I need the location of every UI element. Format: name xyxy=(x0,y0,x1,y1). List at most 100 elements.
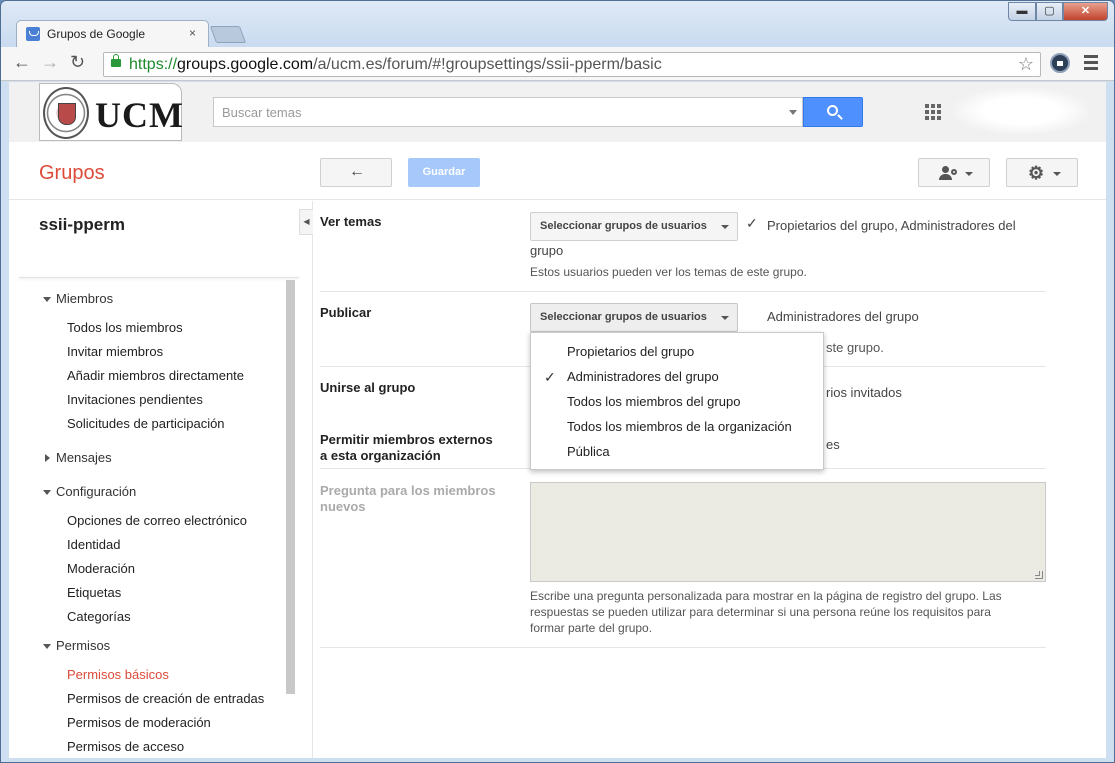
save-button[interactable]: Guardar xyxy=(408,158,480,187)
group-name[interactable]: ssii-pperm xyxy=(39,215,125,235)
checkmark-icon: ✓ xyxy=(544,369,556,385)
app-title[interactable]: Grupos xyxy=(39,162,105,185)
pregunta-help-line1: Escribe una pregunta personalizada para … xyxy=(530,589,1002,603)
sidebar-item-permisos-creacion[interactable]: Permisos de creación de entradas xyxy=(9,687,284,711)
chevron-down-icon xyxy=(965,172,973,176)
settings-menu-button[interactable]: ⚙ xyxy=(1006,158,1078,187)
pregunta-help-line2: respuestas se pueden utilizar para deter… xyxy=(530,605,991,619)
sidebar-item-permisos-basicos[interactable]: Permisos básicos xyxy=(9,663,284,687)
publicar-help: ste grupo. xyxy=(826,340,884,355)
resize-handle-icon[interactable] xyxy=(1035,571,1043,579)
sidebar-item-etiquetas[interactable]: Etiquetas xyxy=(9,581,284,605)
sidebar-item-todos-los-miembros[interactable]: Todos los miembros xyxy=(9,316,284,340)
browser-tab[interactable]: Grupos de Google × xyxy=(16,20,209,47)
page-content: UCM Grupos ← Guardar xyxy=(9,82,1106,758)
ver-temas-select-button[interactable]: Seleccionar grupos de usuarios xyxy=(530,212,738,241)
expand-down-icon xyxy=(43,490,51,495)
select-button-label: Seleccionar grupos de usuarios xyxy=(540,220,707,232)
hamburger-menu-icon[interactable] xyxy=(1084,55,1098,73)
new-tab-button[interactable] xyxy=(209,26,247,43)
sidebar-item-categorias[interactable]: Categorías xyxy=(9,605,284,629)
maximize-button[interactable]: ▢ xyxy=(1036,2,1063,21)
members-menu-button[interactable] xyxy=(918,158,990,187)
sidebar-section-configuracion[interactable]: Configuración xyxy=(9,480,284,504)
account-area[interactable] xyxy=(954,88,1089,134)
back-arrow-icon: ← xyxy=(349,163,365,180)
manage-members-icon xyxy=(939,166,957,180)
expand-right-icon xyxy=(45,454,50,462)
extension-lock-icon[interactable] xyxy=(1050,53,1070,73)
search-options-caret-icon[interactable] xyxy=(789,110,797,115)
user-groups-dropdown: Propietarios del grupo ✓ Administradores … xyxy=(530,332,824,470)
title-bar: Grupos de Google × ▬ ▢ ✕ xyxy=(1,1,1114,47)
back-arrow-icon[interactable]: ← xyxy=(13,52,31,73)
sidebar-item-invitar-miembros[interactable]: Invitar miembros xyxy=(9,340,284,364)
minimize-button[interactable]: ▬ xyxy=(1008,2,1036,21)
pregunta-label-line2: nuevos xyxy=(320,499,366,514)
google-groups-favicon-icon xyxy=(26,27,40,41)
option-label: Pública xyxy=(567,444,610,459)
browser-window: Grupos de Google × ▬ ▢ ✕ ← → ↻ https://g… xyxy=(0,0,1115,763)
section-label: Miembros xyxy=(56,291,114,306)
section-label: Mensajes xyxy=(56,450,112,465)
sidebar-section-miembros[interactable]: Miembros xyxy=(9,287,284,311)
browser-toolbar: ← → ↻ https://groups.google.com/a/ucm.es… xyxy=(1,47,1114,81)
sidebar-item-moderacion[interactable]: Moderación xyxy=(9,557,284,581)
divider xyxy=(320,291,1046,292)
sidebar-item-solicitudes[interactable]: Solicitudes de participación xyxy=(9,412,284,436)
sidebar-item-opciones-correo[interactable]: Opciones de correo electrónico xyxy=(9,509,284,533)
back-button[interactable]: ← xyxy=(320,158,392,187)
forward-arrow-icon[interactable]: → xyxy=(41,52,59,73)
chevron-down-icon xyxy=(721,316,729,320)
lock-icon xyxy=(111,54,121,67)
bookmark-star-icon[interactable]: ☆ xyxy=(1018,54,1034,75)
reload-icon[interactable]: ↻ xyxy=(70,52,85,73)
search-button[interactable] xyxy=(803,97,863,127)
option-administradores[interactable]: ✓ Administradores del grupo xyxy=(531,365,823,390)
sidebar-item-invitaciones-pendientes[interactable]: Invitaciones pendientes xyxy=(9,388,284,412)
option-publica[interactable]: Pública xyxy=(531,440,823,465)
externos-label: Permitir miembros externos a esta organi… xyxy=(320,432,493,464)
sidebar-item-permisos-moderacion[interactable]: Permisos de moderación xyxy=(9,711,284,735)
close-window-button[interactable]: ✕ xyxy=(1063,2,1108,21)
google-bar: UCM xyxy=(9,82,1106,142)
sidebar-item-anadir-miembros[interactable]: Añadir miembros directamente xyxy=(9,364,284,388)
sidebar-section-mensajes[interactable]: Mensajes xyxy=(9,446,284,470)
divider xyxy=(19,277,299,278)
pregunta-help-line3: formar parte del grupo. xyxy=(530,621,653,635)
gear-icon: ⚙ xyxy=(1028,163,1045,183)
option-label: Propietarios del grupo xyxy=(567,344,695,359)
tab-close-icon[interactable]: × xyxy=(189,26,196,40)
option-propietarios[interactable]: Propietarios del grupo xyxy=(531,340,823,365)
ver-temas-value: Propietarios del grupo, Administradores … xyxy=(767,218,1016,233)
sidebar-item-identidad[interactable]: Identidad xyxy=(9,533,284,557)
ucm-logo[interactable]: UCM xyxy=(39,83,183,141)
chevron-down-icon xyxy=(721,225,729,229)
app-bar: Grupos ← Guardar ⚙ xyxy=(9,142,1106,200)
option-todos-miembros-organizacion[interactable]: Todos los miembros de la organización xyxy=(531,415,823,440)
checkmark-icon: ✓ xyxy=(746,215,758,231)
externos-label-line2: a esta organización xyxy=(320,448,441,463)
publicar-value: Administradores del grupo xyxy=(767,309,919,324)
pregunta-textarea[interactable] xyxy=(530,482,1046,582)
pregunta-label-line1: Pregunta para los miembros xyxy=(320,483,496,498)
sidebar-item-permisos-acceso[interactable]: Permisos de acceso xyxy=(9,735,284,758)
option-todos-miembros-grupo[interactable]: Todos los miembros del grupo xyxy=(531,390,823,415)
address-bar[interactable]: https://groups.google.com/a/ucm.es/forum… xyxy=(103,52,1041,77)
expand-down-icon xyxy=(43,644,51,649)
pregunta-label: Pregunta para los miembros nuevos xyxy=(320,483,496,515)
url-path: /a/ucm.es/forum/#!groupsettings/ssii-ppe… xyxy=(313,56,662,73)
option-label: Todos los miembros del grupo xyxy=(567,394,741,409)
search-input[interactable] xyxy=(222,103,782,121)
publicar-select-button[interactable]: Seleccionar grupos de usuarios xyxy=(530,303,738,332)
section-label: Permisos xyxy=(56,638,111,653)
expand-down-icon xyxy=(43,297,51,302)
publicar-label: Publicar xyxy=(320,305,372,320)
sidebar-section-permisos[interactable]: Permisos xyxy=(9,634,284,658)
ver-temas-value-cont: grupo xyxy=(530,243,564,258)
collapse-sidebar-icon[interactable]: ◀ xyxy=(299,209,313,235)
apps-grid-icon[interactable] xyxy=(925,104,941,120)
chevron-down-icon xyxy=(1053,172,1061,176)
ver-temas-label: Ver temas xyxy=(320,214,382,229)
sidebar-scrollbar[interactable] xyxy=(286,280,295,694)
